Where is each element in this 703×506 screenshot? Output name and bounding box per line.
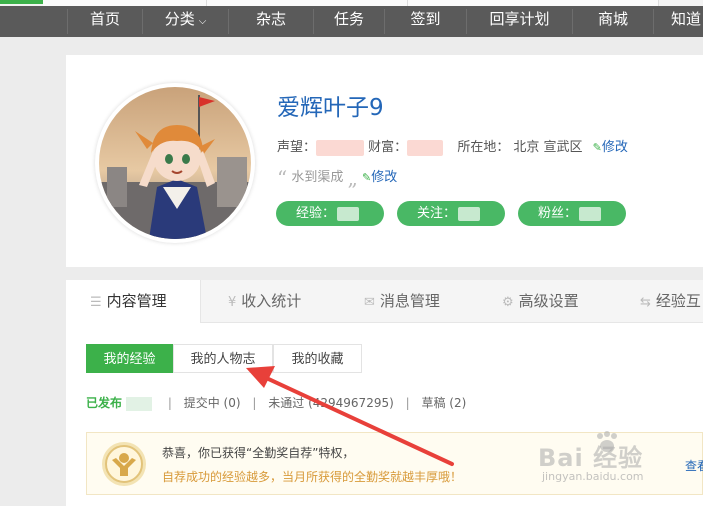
subtab-label: 我的经验	[103, 352, 156, 367]
nav-item-label: 任务	[333, 10, 364, 28]
tab-label: 收入统计	[241, 292, 302, 310]
active-tab-indicator	[0, 0, 43, 4]
tab-content-management[interactable]: ☰ 内容管理	[66, 280, 201, 323]
edit-label: 修改	[601, 140, 628, 155]
chevron-down-icon: ⌵	[198, 16, 207, 27]
list-icon: ☰	[90, 295, 102, 310]
redacted-value	[458, 206, 481, 221]
tab-label: 经验互	[655, 292, 701, 310]
top-nav: 首页 分类 ⌵ 杂志 任务 签到 回享计划 商城 知道	[0, 6, 703, 37]
motto-text: 水到渠成	[291, 170, 344, 185]
following-badge[interactable]: 关注：	[397, 201, 505, 226]
close-quote-icon: „	[347, 166, 358, 190]
notice-subtitle: 自荐成功的经验越多，当月所获得的全勤奖就越丰厚哦！	[162, 470, 463, 484]
subtab-label: 我的收藏	[291, 352, 344, 367]
stat-label: 粉丝：	[538, 206, 578, 221]
divider: |	[405, 396, 410, 410]
stat-label: 关注：	[417, 206, 457, 221]
mail-icon: ✉	[364, 295, 375, 310]
nav-item-label: 首页	[89, 10, 120, 28]
award-icon	[102, 442, 146, 486]
subtab-my-favorites[interactable]: 我的收藏	[273, 344, 362, 373]
tab-bar: ☰ 内容管理 ¥ 收入统计 ✉ 消息管理 ⚙ 高级设置 ⇆ 经验互	[66, 280, 703, 323]
nav-item-home[interactable]: 首页	[68, 6, 142, 37]
edit-label: 修改	[371, 170, 398, 185]
nav-item-label: 商城	[597, 10, 628, 28]
open-quote-icon: “	[277, 166, 288, 190]
nav-item-label: 回享计划	[489, 10, 550, 28]
edit-location-link[interactable]: ✎修改	[593, 136, 628, 155]
pencil-icon: ✎	[592, 141, 602, 154]
filter-rejected[interactable]: 未通过 (4294967295)	[268, 396, 394, 410]
view-link[interactable]: 查看	[685, 457, 703, 474]
subtab-my-experience[interactable]: 我的经验	[86, 344, 173, 373]
nav-item-zhidao[interactable]: 知道	[654, 6, 703, 37]
tab-experience-exchange[interactable]: ⇆ 经验互	[640, 280, 703, 322]
nav-item-category[interactable]: 分类 ⌵	[143, 6, 228, 37]
subtab-label: 我的人物志	[190, 352, 256, 367]
redacted-value	[316, 139, 365, 156]
nav-item-share-plan[interactable]: 回享计划	[467, 6, 572, 37]
filter-drafts[interactable]: 草稿 (2)	[421, 396, 466, 410]
reputation-label: 声望：	[277, 140, 317, 155]
redacted-value	[337, 206, 360, 221]
notice-title: 恭喜，你已获得“全勤奖自荐”特权，	[162, 446, 355, 460]
nav-item-label: 签到	[410, 10, 441, 28]
tab-label: 内容管理	[106, 292, 167, 310]
nav-item-label: 分类	[164, 10, 195, 28]
location-label: 所在地：	[457, 140, 510, 155]
redacted-value	[407, 139, 444, 156]
award-icon-graphic	[105, 445, 143, 483]
followers-badge[interactable]: 粉丝：	[518, 201, 626, 226]
stat-label: 经验：	[296, 206, 336, 221]
nav-item-tasks[interactable]: 任务	[314, 6, 384, 37]
redacted-value	[126, 396, 153, 411]
gear-icon: ⚙	[502, 295, 514, 310]
motto-line: “ 水到渠成 „ ✎修改	[277, 166, 397, 190]
avatar[interactable]	[95, 83, 255, 243]
profile-stats-line: 声望： 财富： 所在地： 北京 宣武区 ✎修改	[277, 136, 628, 156]
wealth-label: 财富：	[368, 140, 408, 155]
redacted-value	[579, 206, 602, 221]
pencil-icon: ✎	[362, 171, 372, 184]
tab-label: 消息管理	[379, 292, 440, 310]
divider: |	[167, 396, 172, 410]
tab-message-management[interactable]: ✉ 消息管理	[364, 280, 440, 322]
swap-icon: ⇆	[640, 295, 651, 310]
subtab-my-profiles[interactable]: 我的人物志	[173, 344, 273, 373]
tab-income-stats[interactable]: ¥ 收入统计	[228, 280, 301, 322]
yen-icon: ¥	[228, 295, 237, 310]
nav-item-checkin[interactable]: 签到	[385, 6, 466, 37]
privilege-notice: 恭喜，你已获得“全勤奖自荐”特权， 自荐成功的经验越多，当月所获得的全勤奖就越丰…	[86, 432, 703, 495]
divider: |	[252, 396, 257, 410]
tab-label: 高级设置	[518, 292, 579, 310]
tab-advanced-settings[interactable]: ⚙ 高级设置	[502, 280, 579, 322]
filter-submitting[interactable]: 提交中 (0)	[184, 396, 241, 410]
nav-item-label: 杂志	[255, 10, 286, 28]
status-filter-line: 已发布 | 提交中 (0) | 未通过 (4294967295) | 草稿 (2…	[86, 394, 466, 411]
username[interactable]: 爱辉叶子9	[277, 88, 384, 122]
location-value: 北京 宣武区	[513, 140, 583, 155]
avatar-image	[99, 87, 251, 239]
nav-item-mall[interactable]: 商城	[573, 6, 653, 37]
nav-item-label: 知道	[671, 10, 702, 28]
avatar-illustration	[99, 87, 251, 239]
nav-item-magazine[interactable]: 杂志	[229, 6, 313, 37]
experience-badge[interactable]: 经验：	[276, 201, 384, 226]
edit-motto-link[interactable]: ✎修改	[362, 170, 397, 185]
filter-published[interactable]: 已发布	[86, 396, 122, 410]
